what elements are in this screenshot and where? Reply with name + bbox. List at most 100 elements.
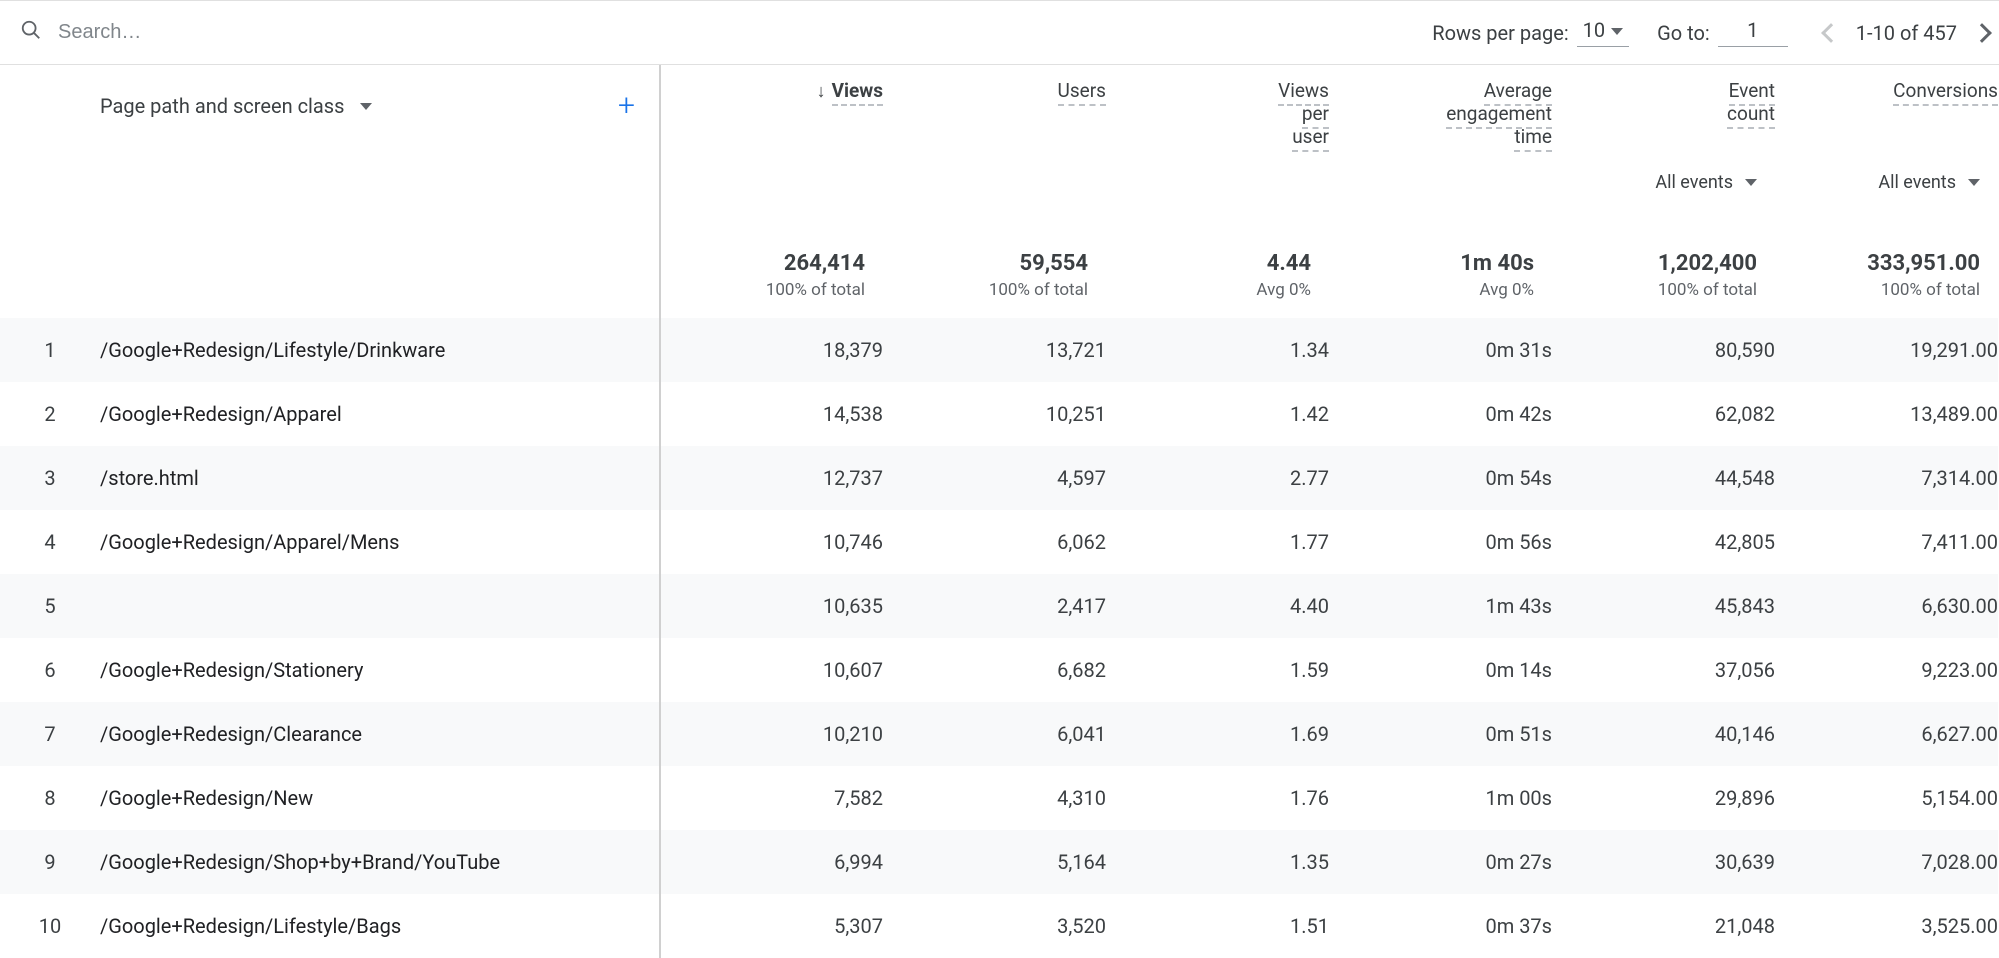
row-index: 5: [0, 594, 100, 618]
row-index: 8: [0, 786, 100, 810]
cell-value: 7,411.00: [1775, 510, 1998, 574]
goto-input[interactable]: 1: [1718, 18, 1788, 47]
cell-value: 10,607: [660, 638, 883, 702]
cell-value: 13,721: [883, 318, 1106, 382]
cell-value: 0m 51s: [1329, 702, 1552, 766]
row-index: 4: [0, 530, 100, 554]
cell-value: 6,630.00: [1775, 574, 1998, 638]
table-row[interactable]: 9/Google+Redesign/Shop+by+Brand/YouTube6…: [0, 830, 1998, 894]
goto-label: Go to:: [1657, 21, 1710, 45]
total-aet: 1m 40s: [1329, 251, 1552, 276]
cell-value: 7,028.00: [1775, 830, 1998, 894]
metric-filter[interactable]: All events: [1552, 172, 1775, 193]
table-row[interactable]: 1/Google+Redesign/Lifestyle/Drinkware 18,…: [0, 318, 1998, 382]
table-header: Page path and screen class + ↓Views User…: [0, 65, 1998, 148]
row-index: 7: [0, 722, 100, 746]
row-index: 9: [0, 850, 100, 874]
cell-value: 1.76: [1106, 766, 1329, 830]
page-path: /Google+Redesign/Stationery: [100, 658, 363, 682]
cell-value: 6,682: [883, 638, 1106, 702]
page-path: /Google+Redesign/Apparel: [100, 402, 342, 426]
row-index: 1: [0, 338, 100, 362]
cell-value: 6,062: [883, 510, 1106, 574]
cell-value: 5,154.00: [1775, 766, 1998, 830]
col-header-event-count[interactable]: Eventcount: [1552, 65, 1775, 148]
cell-value: 12,737: [660, 446, 883, 510]
total-views: 264,414: [661, 251, 883, 276]
total-vpu: 4.44: [1106, 251, 1329, 276]
row-index: 10: [0, 914, 100, 938]
cell-value: 19,291.00: [1775, 318, 1998, 382]
cell-value: 30,639: [1552, 830, 1775, 894]
totals-row: 264,414100% of total 59,554100% of total…: [0, 193, 1998, 318]
cell-value: 10,635: [660, 574, 883, 638]
rows-per-page[interactable]: Rows per page: 10: [1432, 18, 1629, 47]
pager: 1-10 of 457: [1824, 21, 1989, 45]
prev-page-button[interactable]: [1821, 23, 1841, 43]
add-dimension-button[interactable]: +: [618, 91, 635, 121]
table-toolbar: Rows per page: 10 Go to: 1 1-10 of 457: [0, 1, 1999, 65]
search-input[interactable]: [56, 20, 456, 45]
cell-value: 42,805: [1552, 510, 1775, 574]
cell-value: 14,538: [660, 382, 883, 446]
row-index: 2: [0, 402, 100, 426]
search-icon: [20, 19, 42, 46]
cell-value: 3,520: [883, 894, 1106, 958]
table-row[interactable]: 510,6352,4174.401m 43s45,8436,630.00: [0, 574, 1998, 638]
cell-value: 45,843: [1552, 574, 1775, 638]
dimension-picker[interactable]: Page path and screen class: [100, 94, 372, 118]
cell-value: 1.69: [1106, 702, 1329, 766]
page-range: 1-10 of 457: [1856, 21, 1957, 45]
rows-per-page-value[interactable]: 10: [1577, 18, 1629, 47]
table-row[interactable]: 2/Google+Redesign/Apparel14,53810,2511.4…: [0, 382, 1998, 446]
cell-value: 29,896: [1552, 766, 1775, 830]
cell-value: 4,310: [883, 766, 1106, 830]
cell-value: 0m 54s: [1329, 446, 1552, 510]
cell-value: 1.34: [1106, 318, 1329, 382]
table-row[interactable]: 6/Google+Redesign/Stationery10,6076,6821…: [0, 638, 1998, 702]
cell-value: 6,994: [660, 830, 883, 894]
goto-page: Go to: 1: [1657, 18, 1788, 47]
col-header-views-per-user[interactable]: Viewsperuser: [1106, 65, 1329, 148]
cell-value: 0m 42s: [1329, 382, 1552, 446]
cell-value: 18,379: [660, 318, 883, 382]
cell-value: 0m 37s: [1329, 894, 1552, 958]
col-header-views[interactable]: ↓Views: [660, 65, 883, 148]
cell-value: 5,307: [660, 894, 883, 958]
cell-value: 2,417: [883, 574, 1106, 638]
page-path: /Google+Redesign/New: [100, 786, 313, 810]
cell-value: 7,582: [660, 766, 883, 830]
table-row[interactable]: 10/Google+Redesign/Lifestyle/Bags5,3073,…: [0, 894, 1998, 958]
rows-per-page-label: Rows per page:: [1432, 21, 1568, 45]
col-header-users[interactable]: Users: [883, 65, 1106, 148]
cell-value: 44,548: [1552, 446, 1775, 510]
page-path: /Google+Redesign/Lifestyle/Bags: [100, 914, 401, 938]
cell-value: 1.51: [1106, 894, 1329, 958]
metric-filter[interactable]: All events: [1775, 172, 1998, 193]
col-header-avg-engagement-time[interactable]: Averageengagementtime: [1329, 65, 1552, 148]
cell-value: 13,489.00: [1775, 382, 1998, 446]
cell-value: 0m 56s: [1329, 510, 1552, 574]
sort-desc-icon: ↓: [817, 81, 826, 102]
table-row[interactable]: 4/Google+Redesign/Apparel/Mens10,7466,06…: [0, 510, 1998, 574]
page-path: /Google+Redesign/Lifestyle/Drinkware: [100, 338, 445, 362]
cell-value: 1.77: [1106, 510, 1329, 574]
col-header-conversions[interactable]: Conversions: [1775, 65, 1998, 148]
next-page-button[interactable]: [1972, 23, 1992, 43]
chevron-down-icon: [360, 103, 372, 110]
cell-value: 3,525.00: [1775, 894, 1998, 958]
table-row[interactable]: 8/Google+Redesign/New 7,5824,3101.761m 00…: [0, 766, 1998, 830]
cell-value: 0m 14s: [1329, 638, 1552, 702]
cell-value: 62,082: [1552, 382, 1775, 446]
table-row[interactable]: 3/store.html12,7374,5972.770m 54s44,5487…: [0, 446, 1998, 510]
cell-value: 6,627.00: [1775, 702, 1998, 766]
search-wrap: [20, 19, 1404, 46]
table-row[interactable]: 7/Google+Redesign/Clearance10,2106,0411.…: [0, 702, 1998, 766]
cell-value: 10,251: [883, 382, 1106, 446]
cell-value: 6,041: [883, 702, 1106, 766]
row-index: 3: [0, 466, 100, 490]
cell-value: 0m 27s: [1329, 830, 1552, 894]
cell-value: 10,210: [660, 702, 883, 766]
cell-value: 1m 00s: [1329, 766, 1552, 830]
cell-value: 21,048: [1552, 894, 1775, 958]
